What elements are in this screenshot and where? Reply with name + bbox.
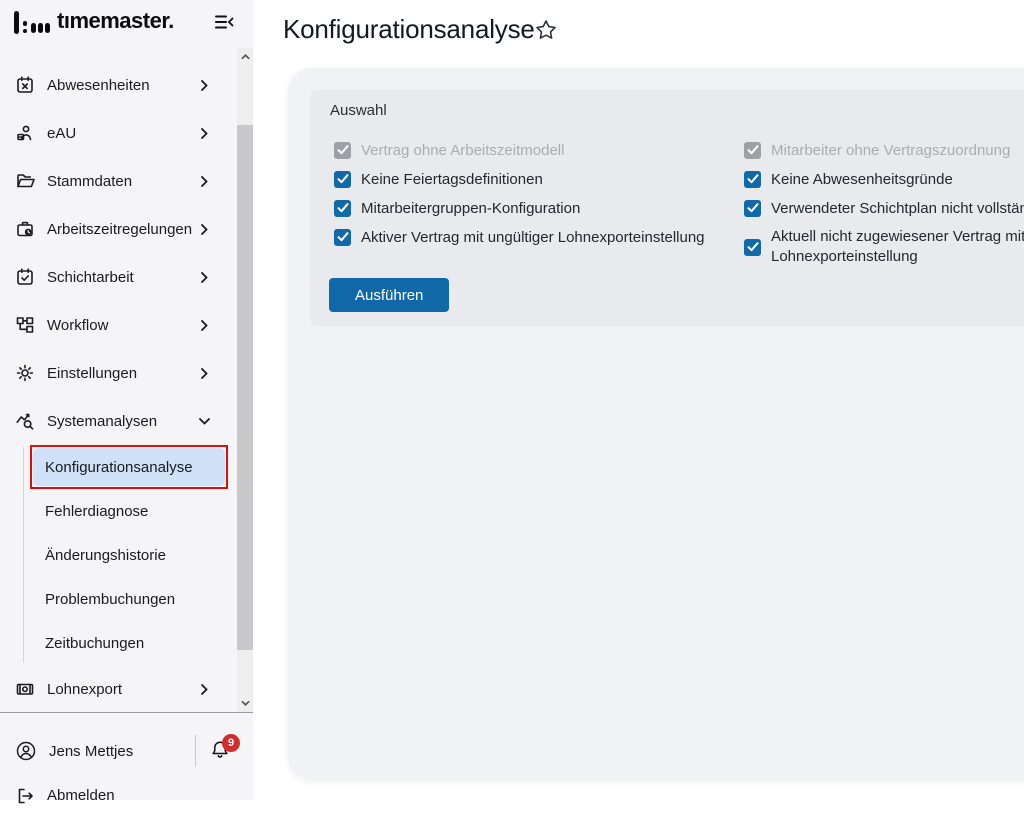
chevron-right-icon — [199, 176, 210, 187]
sidebar-item-stammdaten[interactable]: Stammdaten — [0, 157, 237, 205]
checkbox-label: Keine Feiertagsdefinitionen — [361, 171, 543, 188]
briefcase-clock-icon — [15, 219, 35, 239]
sidebar: tımemaster. Abwesenheiten — [0, 0, 253, 800]
logout-button[interactable]: Abmelden — [0, 780, 253, 828]
page-title: Konfigurationsanalyse — [283, 14, 535, 45]
workflow-icon — [15, 315, 35, 335]
person-card-icon — [15, 123, 35, 143]
scroll-up-icon[interactable] — [237, 48, 253, 65]
checkbox-row: Aktuell nicht zugewiesener Vertrag mit L… — [744, 227, 1024, 267]
banknote-icon — [15, 679, 35, 699]
scrollbar-thumb[interactable] — [237, 125, 253, 650]
calendar-check-icon — [15, 267, 35, 287]
calendar-x-icon — [15, 75, 35, 95]
sidebar-footer-divider — [0, 712, 253, 713]
checkbox-checked[interactable] — [744, 171, 761, 188]
checkbox-label: Aktuell nicht zugewiesener Vertrag mit L… — [771, 227, 1024, 267]
checkbox-row: Verwendeter Schichtplan nicht vollständi… — [744, 198, 1024, 218]
sidebar-item-label: Workflow — [47, 317, 108, 334]
sidebar-subitem-problembuchungen[interactable]: Problembuchungen — [0, 577, 237, 621]
sidebar-item-arbeitszeitregelungen[interactable]: Arbeitszeitregelungen — [0, 205, 237, 253]
checkbox-label: Mitarbeitergruppen-Konfiguration — [361, 200, 580, 217]
checkbox-label: Aktiver Vertrag mit ungültiger Lohnexpor… — [361, 229, 705, 246]
sidebar-item-workflow[interactable]: Workflow — [0, 301, 237, 349]
checkbox-checked-disabled — [334, 142, 351, 159]
content-card: Auswahl Vertrag ohne Arbeitszeitmodell K… — [288, 68, 1024, 780]
sidebar-item-label: Arbeitszeitregelungen — [47, 221, 192, 238]
subitem-label: Änderungshistorie — [45, 547, 166, 564]
sidebar-item-label: Stammdaten — [47, 173, 132, 190]
sidebar-item-label: eAU — [47, 125, 76, 142]
sidebar-item-einstellungen[interactable]: Einstellungen — [0, 349, 237, 397]
checkbox-row: Mitarbeiter ohne Vertragszuordnung — [744, 140, 1024, 160]
user-row: Jens Mettjes 9 — [0, 731, 253, 771]
logo-wordmark: tımemaster. — [57, 10, 174, 34]
sidebar-item-label: Systemanalysen — [47, 413, 157, 430]
logout-icon — [15, 786, 35, 806]
sidebar-item-abwesenheiten[interactable]: Abwesenheiten — [0, 61, 237, 109]
sidebar-item-schichtarbeit[interactable]: Schichtarbeit — [0, 253, 237, 301]
checkbox-checked[interactable] — [744, 200, 761, 217]
chevron-right-icon — [199, 320, 210, 331]
gear-icon — [15, 363, 35, 383]
checkbox-checked-disabled — [744, 142, 761, 159]
folder-icon — [15, 171, 35, 191]
chevron-right-icon — [199, 80, 210, 91]
sidebar-item-label: Abwesenheiten — [47, 77, 150, 94]
sidebar-nav: Abwesenheiten eAU Stammdaten — [0, 48, 237, 713]
scroll-down-icon[interactable] — [237, 695, 253, 712]
user-row-divider — [195, 735, 196, 767]
sidebar-item-label: Einstellungen — [47, 365, 137, 382]
chevron-down-icon — [199, 416, 210, 427]
panel-title: Auswahl — [330, 102, 387, 119]
subitem-label: Fehlerdiagnose — [45, 503, 148, 520]
sidebar-item-eau[interactable]: eAU — [0, 109, 237, 157]
chevron-right-icon — [199, 272, 210, 283]
checkbox-row: Aktiver Vertrag mit ungültiger Lohnexpor… — [334, 227, 705, 247]
user-name: Jens Mettjes — [49, 743, 133, 760]
chevron-right-icon — [199, 684, 210, 695]
checkbox-row: Mitarbeitergruppen-Konfiguration — [334, 198, 705, 218]
checkbox-checked[interactable] — [334, 171, 351, 188]
checkbox-label: Vertrag ohne Arbeitszeitmodell — [361, 142, 564, 159]
sidebar-item-lohnexport[interactable]: Lohnexport — [0, 665, 237, 713]
sidebar-item-systemanalysen[interactable]: Systemanalysen — [0, 397, 237, 445]
checkbox-column-left: Vertrag ohne Arbeitszeitmodell Keine Fei… — [334, 140, 705, 256]
sidebar-subitem-konfigurationsanalyse[interactable]: Konfigurationsanalyse — [0, 445, 237, 489]
sidebar-subitem-aenderungshistorie[interactable]: Änderungshistorie — [0, 533, 237, 577]
sidebar-collapse-icon[interactable] — [213, 11, 235, 33]
checkbox-checked[interactable] — [334, 200, 351, 217]
checkbox-row: Keine Feiertagsdefinitionen — [334, 169, 705, 189]
checkbox-row: Vertrag ohne Arbeitszeitmodell — [334, 140, 705, 160]
chevron-right-icon — [199, 368, 210, 379]
checkbox-column-right: Mitarbeiter ohne Vertragszuordnung Keine… — [744, 140, 1024, 276]
ausfuehren-button[interactable]: Ausführen — [329, 278, 449, 312]
chevron-right-icon — [199, 224, 210, 235]
checkbox-label: Mitarbeiter ohne Vertragszuordnung — [771, 142, 1010, 159]
checkbox-checked[interactable] — [744, 239, 761, 256]
logout-label: Abmelden — [47, 786, 115, 804]
checkbox-checked[interactable] — [334, 229, 351, 246]
user-avatar-icon[interactable] — [15, 740, 37, 762]
checkbox-row: Keine Abwesenheitsgründe — [744, 169, 1024, 189]
chevron-right-icon — [199, 128, 210, 139]
timemaster-logo-icon — [14, 10, 50, 34]
systemanalysen-submenu: Konfigurationsanalyse Fehlerdiagnose Änd… — [0, 445, 237, 665]
sidebar-subitem-zeitbuchungen[interactable]: Zeitbuchungen — [0, 621, 237, 665]
subitem-label: Konfigurationsanalyse — [45, 459, 193, 476]
notification-badge: 9 — [222, 734, 240, 752]
sidebar-item-label: Lohnexport — [47, 681, 122, 698]
sidebar-subitem-fehlerdiagnose[interactable]: Fehlerdiagnose — [0, 489, 237, 533]
subitem-label: Problembuchungen — [45, 591, 175, 608]
sidebar-scrollbar[interactable] — [237, 48, 253, 712]
sidebar-header: tımemaster. — [0, 0, 237, 44]
checkbox-label: Verwendeter Schichtplan nicht vollständi… — [771, 200, 1024, 217]
subitem-label: Zeitbuchungen — [45, 635, 144, 652]
favorite-star-icon[interactable] — [534, 18, 558, 42]
auswahl-panel: Auswahl Vertrag ohne Arbeitszeitmodell K… — [310, 90, 1024, 326]
checkbox-label: Keine Abwesenheitsgründe — [771, 171, 953, 188]
analytics-search-icon — [15, 411, 35, 431]
notifications-bell-icon[interactable]: 9 — [209, 739, 239, 767]
sidebar-item-label: Schichtarbeit — [47, 269, 134, 286]
